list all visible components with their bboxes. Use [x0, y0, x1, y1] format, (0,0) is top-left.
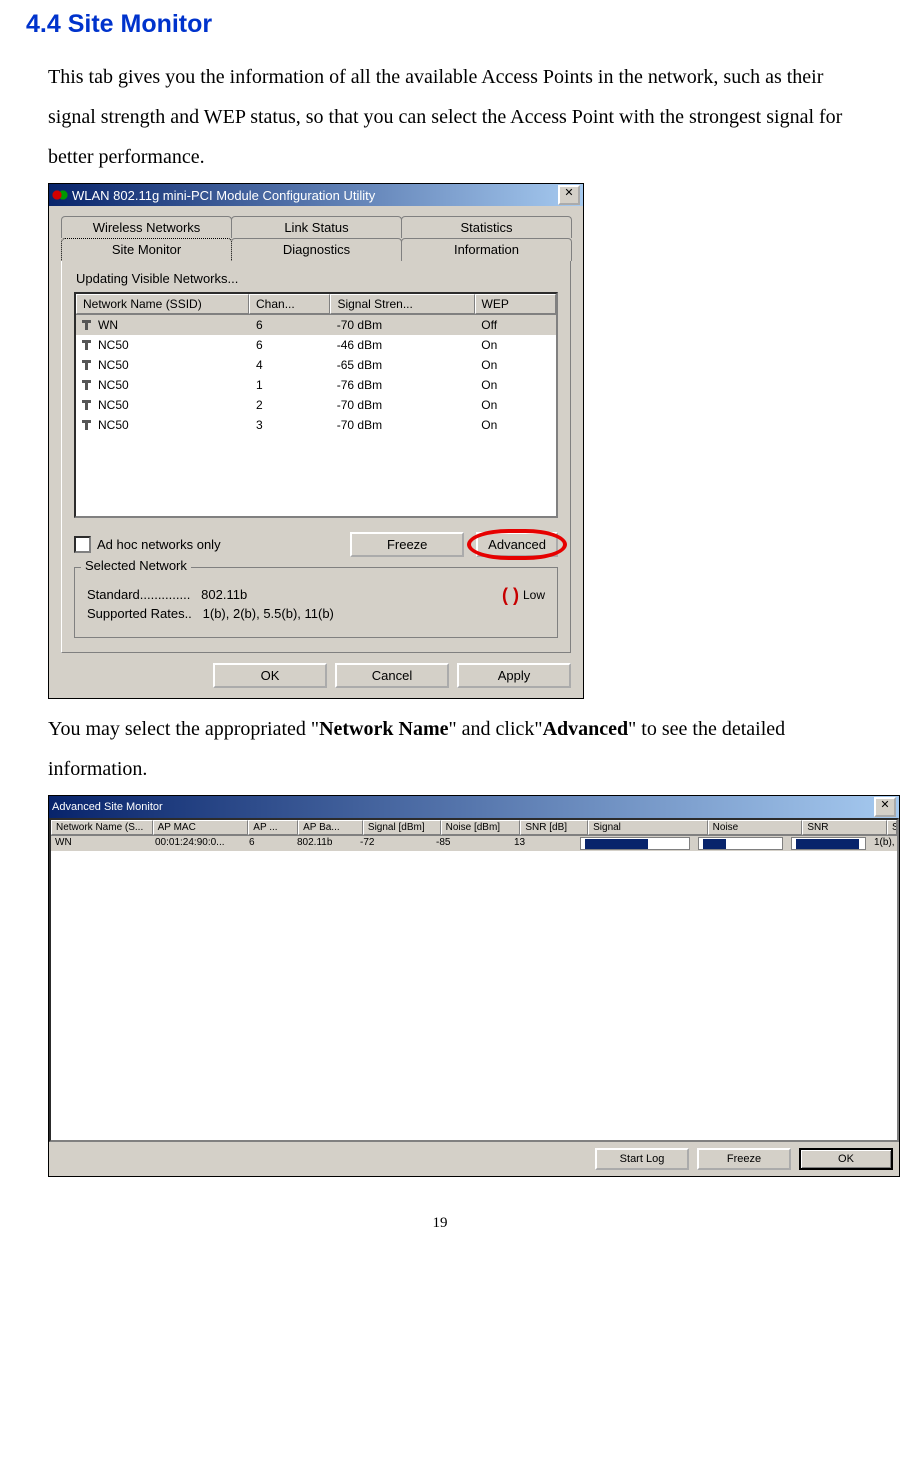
ap-icon: [82, 380, 92, 390]
titlebar: Advanced Site Monitor ✕: [49, 796, 899, 818]
rates-value: 1(b), 2(b), 5.5(b), 11(b): [203, 606, 334, 621]
col-header-signal[interactable]: Signal Stren...: [330, 294, 474, 314]
freeze-button[interactable]: Freeze: [350, 532, 464, 557]
window-title: WLAN 802.11g mini-PCI Module Configurati…: [72, 188, 375, 203]
col-header-wep[interactable]: WEP: [475, 294, 556, 314]
app-icon: [52, 187, 68, 203]
instruction-paragraph: You may select the appropriated "Network…: [48, 709, 854, 789]
table-row[interactable]: NC506-46 dBmOn: [76, 335, 556, 355]
col-header[interactable]: AP Ba...: [298, 820, 363, 835]
snr-bar: [787, 836, 870, 851]
ap-icon: [82, 420, 92, 430]
close-button[interactable]: ✕: [874, 797, 896, 817]
noise-bar: [694, 836, 787, 851]
freeze-button[interactable]: Freeze: [697, 1148, 791, 1170]
standard-label: Standard..............: [87, 587, 190, 602]
rates-label: Supported Rates..: [87, 606, 192, 621]
signal-low-indicator: ( )Low: [502, 583, 545, 604]
col-header[interactable]: Network Name (S...: [51, 820, 153, 835]
ap-icon: [82, 320, 92, 330]
updating-label: Updating Visible Networks...: [76, 271, 558, 286]
tab-wireless-networks[interactable]: Wireless Networks: [61, 216, 232, 238]
table-row[interactable]: NC504-65 dBmOn: [76, 355, 556, 375]
table-row[interactable]: NC502-70 dBmOn: [76, 395, 556, 415]
tab-diagnostics[interactable]: Diagnostics: [231, 238, 402, 261]
col-header-channel[interactable]: Chan...: [249, 294, 330, 314]
col-header[interactable]: Signal [dBm]: [363, 820, 441, 835]
ap-icon: [82, 400, 92, 410]
ok-button[interactable]: OK: [799, 1148, 893, 1170]
standard-value: 802.11b: [201, 587, 247, 602]
col-header[interactable]: AP MAC: [153, 820, 249, 835]
ok-button[interactable]: OK: [213, 663, 327, 688]
col-header[interactable]: AP ...: [248, 820, 298, 835]
page-number: 19: [26, 1215, 854, 1232]
cancel-button[interactable]: Cancel: [335, 663, 449, 688]
section-heading: 4.4 Site Monitor: [26, 10, 854, 39]
tab-statistics[interactable]: Statistics: [401, 216, 572, 238]
start-log-button[interactable]: Start Log: [595, 1148, 689, 1170]
advanced-button[interactable]: Advanced: [476, 532, 558, 557]
network-listview[interactable]: Network Name (SSID) Chan... Signal Stren…: [74, 292, 558, 518]
ap-icon: [82, 360, 92, 370]
table-row[interactable]: NC503-70 dBmOn: [76, 415, 556, 435]
signal-icon: ( ): [502, 585, 519, 606]
advanced-site-monitor-dialog: Advanced Site Monitor ✕ Network Name (S.…: [48, 795, 900, 1177]
ap-icon: [82, 340, 92, 350]
selected-network-group: Selected Network ( )Low Standard........…: [74, 567, 558, 638]
col-header[interactable]: Noise: [708, 820, 803, 835]
advanced-listview[interactable]: Network Name (S... AP MAC AP ... AP Ba..…: [49, 818, 899, 1142]
table-row[interactable]: WN6-70 dBmOff: [76, 315, 556, 335]
signal-bar: [576, 836, 694, 851]
col-header[interactable]: SNR: [802, 820, 887, 835]
col-header-ssid[interactable]: Network Name (SSID): [76, 294, 249, 314]
tab-link-status[interactable]: Link Status: [231, 216, 402, 238]
titlebar: WLAN 802.11g mini-PCI Module Configurati…: [49, 184, 583, 206]
adhoc-label: Ad hoc networks only: [97, 537, 221, 552]
tab-site-monitor[interactable]: Site Monitor: [61, 238, 232, 261]
col-header[interactable]: Supported Data Rates: [887, 820, 897, 835]
tab-information[interactable]: Information: [401, 238, 572, 261]
close-button[interactable]: ✕: [558, 185, 580, 205]
intro-paragraph: This tab gives you the information of al…: [48, 57, 854, 177]
col-header[interactable]: SNR [dB]: [520, 820, 588, 835]
window-title: Advanced Site Monitor: [52, 801, 163, 813]
apply-button[interactable]: Apply: [457, 663, 571, 688]
col-header[interactable]: Noise [dBm]: [441, 820, 521, 835]
config-utility-dialog: WLAN 802.11g mini-PCI Module Configurati…: [48, 183, 584, 699]
table-row[interactable]: WN 00:01:24:90:0... 6 802.11b -72 -85 13…: [51, 836, 897, 851]
groupbox-title: Selected Network: [81, 558, 191, 573]
table-row[interactable]: NC501-76 dBmOn: [76, 375, 556, 395]
col-header[interactable]: Signal: [588, 820, 708, 835]
adhoc-checkbox[interactable]: [74, 536, 91, 553]
